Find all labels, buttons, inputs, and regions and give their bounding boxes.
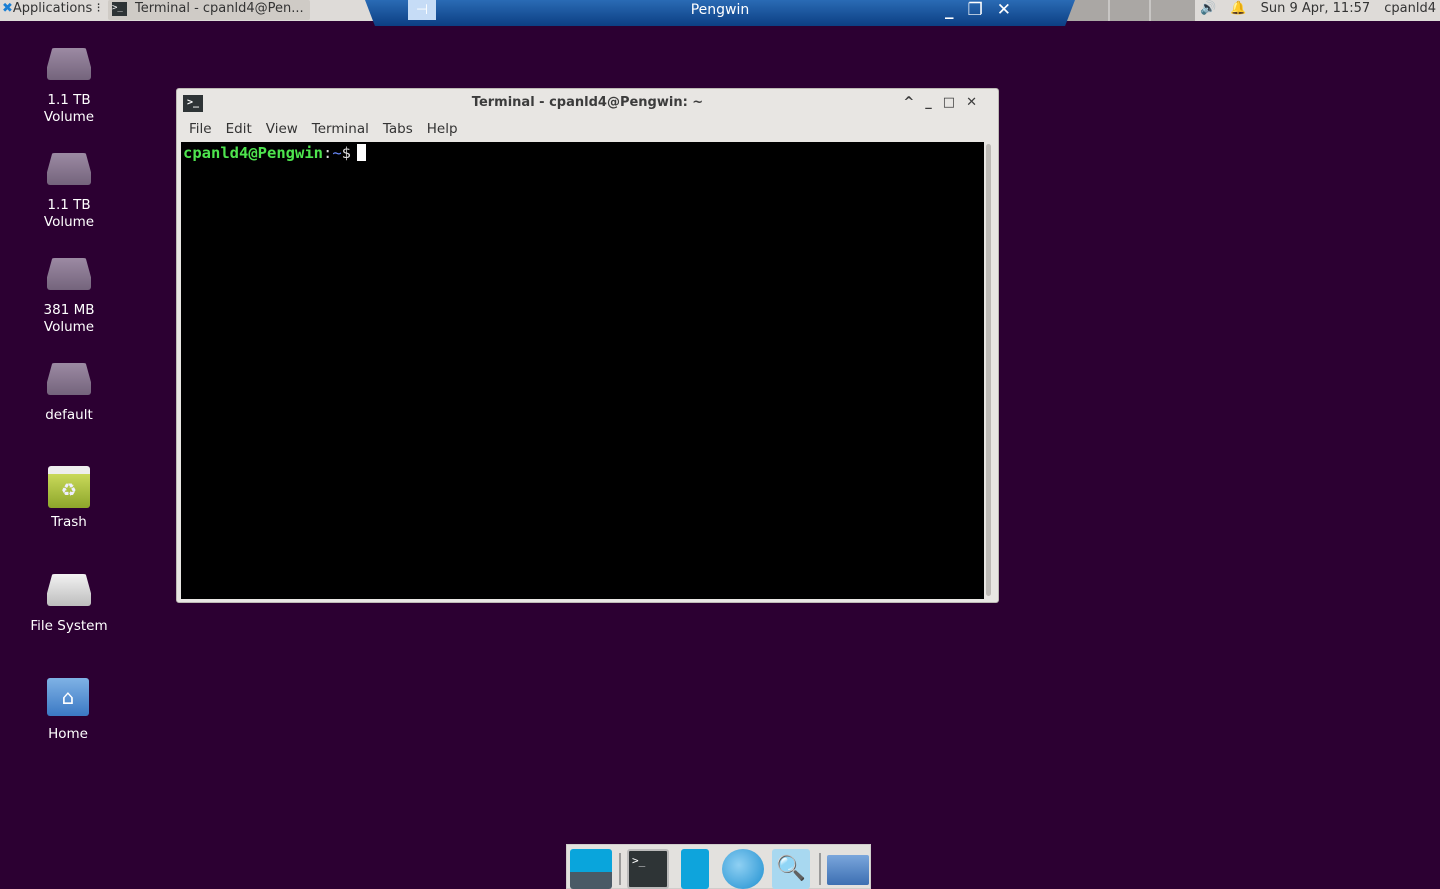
- minimize-icon[interactable]: _: [925, 95, 943, 110]
- menu-view[interactable]: View: [266, 121, 298, 137]
- drive-icon: [47, 574, 91, 606]
- window-title: Terminal - cpanld4@Pengwin: ~: [471, 95, 704, 110]
- scrollbar[interactable]: [986, 144, 991, 596]
- desktop-icon-volume-1[interactable]: 1.1 TB Volume: [14, 48, 124, 126]
- desktop-icon-file-system[interactable]: File System: [14, 574, 124, 635]
- restore-icon[interactable]: ❐: [968, 0, 997, 20]
- terminal-output[interactable]: cpanld4@Pengwin:~$: [181, 142, 984, 599]
- app-finder-icon[interactable]: 🔍: [772, 849, 810, 889]
- terminal-icon: >_: [183, 95, 203, 112]
- xfce-logo-icon: ✖: [2, 1, 13, 16]
- taskbar-terminal-button[interactable]: >_ Terminal - cpanld4@Pen...: [108, 0, 310, 20]
- home-folder-icon: ⌂: [47, 678, 89, 716]
- remote-title: Pengwin: [690, 2, 750, 18]
- desktop-icon-trash[interactable]: ♻ Trash: [14, 466, 124, 531]
- dock-separator: [619, 853, 621, 885]
- show-desktop-icon[interactable]: [570, 849, 612, 889]
- desktop-icon-volume-3[interactable]: 381 MB Volume: [14, 258, 124, 336]
- minimize-icon[interactable]: _: [945, 0, 968, 20]
- menu-bar: File Edit View Terminal Tabs Help: [177, 116, 998, 142]
- close-icon[interactable]: ✕: [966, 95, 988, 110]
- menu-terminal[interactable]: Terminal: [312, 121, 369, 137]
- file-manager-icon[interactable]: [681, 849, 709, 889]
- folder-icon[interactable]: [827, 855, 869, 885]
- trash-icon: ♻: [48, 466, 90, 508]
- applications-menu[interactable]: ✖Applications ⁝: [0, 0, 101, 20]
- desktop-icon-volume-2[interactable]: 1.1 TB Volume: [14, 153, 124, 231]
- drive-icon: [47, 48, 91, 80]
- system-tray: 🔊 🔔 Sun 9 Apr, 11:57 cpanld4: [1190, 0, 1436, 20]
- speaker-icon[interactable]: 🔊: [1200, 1, 1216, 16]
- user-menu[interactable]: cpanld4: [1384, 1, 1436, 16]
- drive-icon: [47, 153, 91, 185]
- bell-icon[interactable]: 🔔: [1230, 1, 1246, 16]
- shade-icon[interactable]: ^: [903, 95, 925, 110]
- terminal-icon: >_: [112, 1, 127, 16]
- drive-icon: [47, 258, 91, 290]
- close-icon[interactable]: ✕: [997, 0, 1025, 20]
- pin-icon[interactable]: ⊣: [408, 0, 436, 20]
- terminal-window: >_ Terminal - cpanld4@Pengwin: ~ ^_□✕ Fi…: [176, 88, 999, 603]
- menu-help[interactable]: Help: [427, 121, 458, 137]
- maximize-icon[interactable]: □: [943, 95, 966, 110]
- dock-separator: [819, 853, 821, 885]
- window-titlebar[interactable]: >_ Terminal - cpanld4@Pengwin: ~ ^_□✕: [177, 89, 998, 116]
- menu-tabs[interactable]: Tabs: [383, 121, 413, 137]
- desktop-icon-default[interactable]: default: [14, 363, 124, 424]
- cursor: [357, 144, 367, 161]
- clock[interactable]: Sun 9 Apr, 11:57: [1261, 1, 1370, 16]
- remote-connection-bar: ⊣ Pengwin _❐✕: [365, 0, 1075, 26]
- web-browser-icon[interactable]: [722, 849, 764, 889]
- dock: >_ 🔍: [566, 844, 871, 889]
- desktop-icon-home[interactable]: ⌂ Home: [13, 678, 123, 743]
- menu-edit[interactable]: Edit: [226, 121, 252, 137]
- drive-icon: [47, 363, 91, 395]
- menu-file[interactable]: File: [189, 121, 212, 137]
- panel-spacer: [1065, 0, 1195, 21]
- terminal-icon[interactable]: >_: [627, 849, 669, 889]
